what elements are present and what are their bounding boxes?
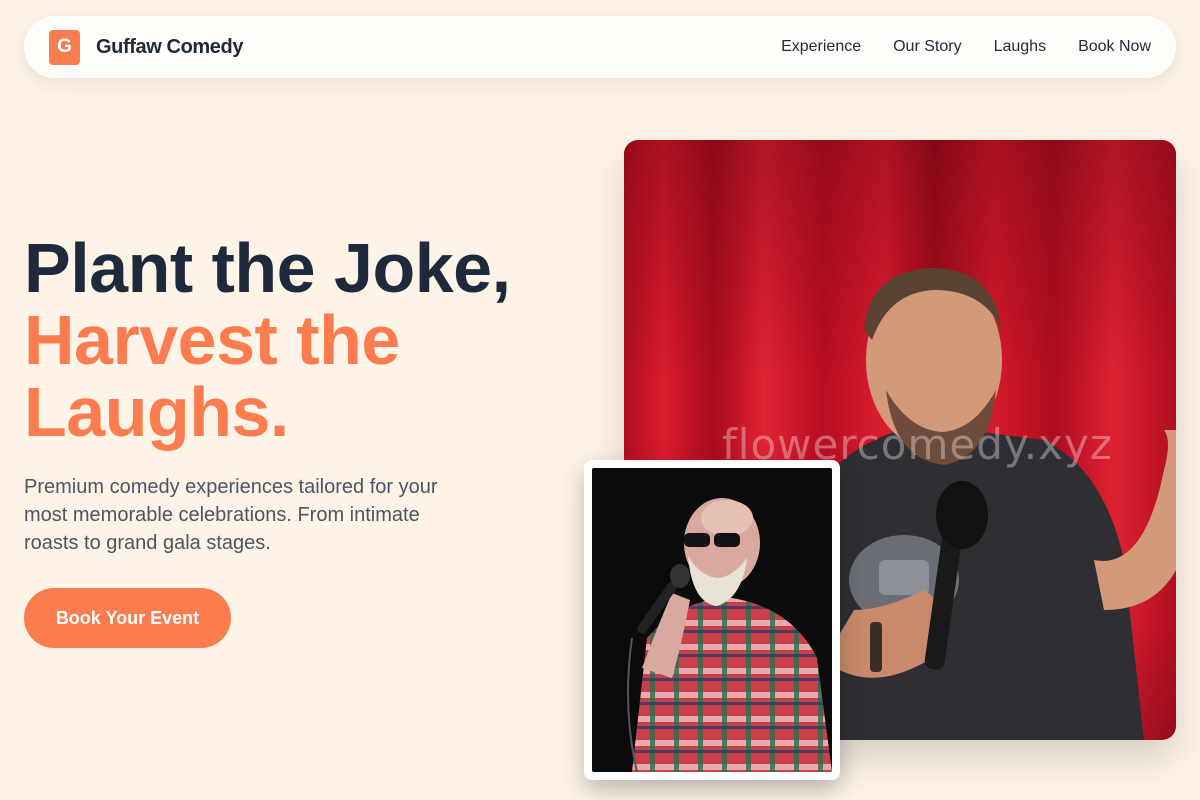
brand[interactable]: G Guffaw Comedy <box>49 29 244 65</box>
inset-photo-frame <box>592 468 832 772</box>
inset-comedian-photo <box>584 460 840 780</box>
brand-name: Guffaw Comedy <box>96 35 244 58</box>
nav-link-experience[interactable]: Experience <box>781 38 861 56</box>
hero-title-line2: Harvest the <box>24 301 400 379</box>
top-navbar: G Guffaw Comedy Experience Our Story Lau… <box>24 16 1176 78</box>
hero-subtitle: Premium comedy experiences tailored for … <box>24 476 438 554</box>
nav-links: Experience Our Story Laughs Book Now <box>781 38 1151 56</box>
nav-link-our-story[interactable]: Our Story <box>893 38 961 56</box>
logo-icon: G <box>49 29 80 65</box>
inset-comedian-figure <box>627 498 832 772</box>
book-event-button[interactable]: Book Your Event <box>24 588 231 648</box>
hero-title: Plant the Joke, Harvest the Laughs. <box>24 232 584 448</box>
hero-title-line1: Plant the Joke, <box>24 229 511 307</box>
nav-link-book-now[interactable]: Book Now <box>1078 38 1151 56</box>
nav-link-laughs[interactable]: Laughs <box>994 38 1047 56</box>
hero-title-line3: Laughs. <box>24 373 289 451</box>
